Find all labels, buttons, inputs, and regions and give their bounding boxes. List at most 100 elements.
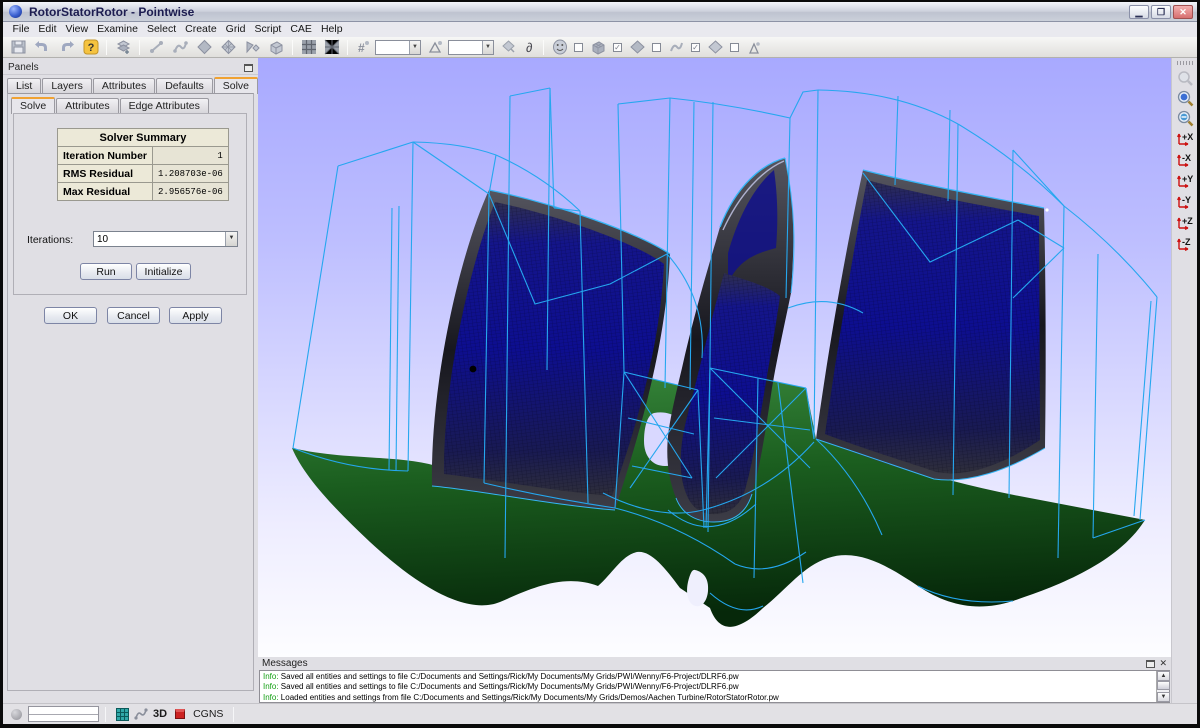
connector-tool-icon[interactable]: [148, 38, 165, 56]
help-icon[interactable]: ?: [83, 38, 99, 56]
minimize-button[interactable]: ▁: [1129, 5, 1149, 19]
cancel-button[interactable]: Cancel: [107, 307, 160, 324]
view-plus-z-button[interactable]: +Z: [1174, 212, 1196, 231]
redo-icon[interactable]: [58, 38, 76, 56]
menu-help[interactable]: Help: [316, 22, 347, 37]
cae-solver-label: CGNS: [193, 708, 223, 720]
points-filter-icon[interactable]: [746, 38, 762, 56]
spacing-combo-arrow[interactable]: ▼: [482, 41, 493, 54]
mask-faces-icon[interactable]: [552, 38, 568, 56]
svg-text:-Y: -Y: [1182, 195, 1191, 205]
extrude-tool-icon[interactable]: [244, 38, 261, 56]
grid-mode-icon[interactable]: [116, 708, 129, 721]
view-minus-x-button[interactable]: -X: [1174, 149, 1196, 168]
panels-float-icon[interactable]: [244, 64, 253, 72]
zoom-select-icon[interactable]: [1176, 109, 1194, 127]
view-plus-x-button[interactable]: +X: [1174, 128, 1196, 147]
points-filter-checkbox[interactable]: [730, 43, 739, 52]
tab-attributes[interactable]: Attributes: [93, 78, 155, 94]
tab-list[interactable]: List: [7, 78, 41, 94]
restore-button[interactable]: ❐: [1151, 5, 1171, 19]
tab-defaults[interactable]: Defaults: [156, 78, 213, 94]
menu-examine[interactable]: Examine: [93, 22, 143, 37]
subtab-attributes[interactable]: Attributes: [56, 98, 118, 114]
viewport-3d-scene: [258, 58, 1171, 657]
scroll-thumb[interactable]: [1157, 681, 1170, 690]
iterations-combo[interactable]: 10 ▼: [93, 231, 238, 247]
messages-header: Messages ✕: [258, 657, 1171, 670]
title-bar: RotorStatorRotor - Pointwise ▁ ❐ ✕: [3, 2, 1197, 22]
run-button[interactable]: Run: [80, 263, 132, 280]
partial-icon[interactable]: ∂: [524, 38, 536, 56]
menu-edit[interactable]: Edit: [34, 22, 61, 37]
iteration-number-value: 1: [153, 147, 229, 165]
link-icon[interactable]: [133, 707, 149, 721]
messages-close-icon[interactable]: ✕: [1159, 658, 1167, 669]
curve-tool-icon[interactable]: [172, 38, 189, 56]
menu-view[interactable]: View: [61, 22, 93, 37]
menu-grid[interactable]: Grid: [221, 22, 250, 37]
max-residual-label: Max Residual: [58, 183, 153, 201]
messages-float-icon[interactable]: [1146, 660, 1155, 668]
apply-button[interactable]: Apply: [169, 307, 222, 324]
subtab-solve[interactable]: Solve: [11, 97, 55, 114]
log-line: Info: Loaded entities and settings from …: [263, 693, 1169, 703]
max-residual-value: 2.956576e-06: [153, 183, 229, 201]
rms-residual-label: RMS Residual: [58, 165, 153, 183]
svg-text:-X: -X: [1182, 153, 1191, 163]
view-minus-z-button[interactable]: -Z: [1174, 233, 1196, 252]
project-icon[interactable]: [500, 38, 517, 56]
window-title: RotorStatorRotor - Pointwise: [29, 5, 194, 19]
domain-mesh-tool-icon[interactable]: [220, 38, 237, 56]
iterations-combo-arrow[interactable]: ▼: [225, 232, 237, 246]
ok-button[interactable]: OK: [44, 307, 97, 324]
svg-text:+X: +X: [1182, 132, 1193, 142]
domains-filter-icon[interactable]: [629, 38, 646, 56]
undo-icon[interactable]: [33, 38, 51, 56]
messages-dock: Messages ✕ Info: Saved all entities and …: [258, 657, 1171, 703]
zoom-fit-icon[interactable]: [1176, 89, 1194, 107]
messages-scrollbar[interactable]: ▲ ▼: [1156, 671, 1169, 702]
iterations-label: Iterations:: [27, 234, 73, 246]
view-plus-y-button[interactable]: +Y: [1174, 170, 1196, 189]
layers-icon[interactable]: [115, 38, 132, 56]
dimension-combo[interactable]: ▼: [375, 40, 421, 55]
unstructured-grid-icon[interactable]: [324, 38, 340, 56]
initialize-button[interactable]: Initialize: [136, 263, 191, 280]
dimension-combo-arrow[interactable]: ▼: [409, 41, 420, 54]
selected-point-marker: [470, 366, 477, 373]
spacing-combo[interactable]: ▼: [448, 40, 494, 55]
status-bar: 3D CGNS: [3, 703, 1197, 724]
structured-grid-icon[interactable]: [301, 38, 317, 56]
menu-create[interactable]: Create: [181, 22, 222, 37]
connectors-filter-checkbox[interactable]: [652, 43, 661, 52]
domain-tool-icon[interactable]: [196, 38, 213, 56]
messages-log: Info: Saved all entities and settings to…: [259, 670, 1170, 703]
zoom-disabled-icon[interactable]: [1176, 69, 1194, 87]
iteration-number-label: Iteration Number: [58, 147, 153, 165]
tab-layers[interactable]: Layers: [42, 78, 92, 94]
toolbar-drag-handle[interactable]: [1177, 61, 1193, 65]
scroll-up-arrow[interactable]: ▲: [1157, 671, 1170, 681]
panels-title: Panels: [8, 62, 39, 73]
connectors-filter-icon[interactable]: [668, 38, 685, 56]
spacings-filter-icon[interactable]: [707, 38, 724, 56]
svg-text:-Z: -Z: [1182, 237, 1191, 247]
block-tool-icon[interactable]: [268, 38, 285, 56]
mask-blocks-checkbox[interactable]: [574, 43, 583, 52]
scroll-down-arrow[interactable]: ▼: [1157, 692, 1170, 702]
save-icon[interactable]: [11, 38, 26, 56]
blocks-filter-icon[interactable]: [590, 38, 607, 56]
view-minus-y-button[interactable]: -Y: [1174, 191, 1196, 210]
spacings-filter-checkbox[interactable]: ✓: [691, 43, 700, 52]
viewport-3d[interactable]: [258, 58, 1171, 657]
subtab-edge-attributes[interactable]: Edge Attributes: [120, 98, 209, 114]
close-button[interactable]: ✕: [1173, 5, 1193, 19]
menu-select[interactable]: Select: [142, 22, 180, 37]
menu-file[interactable]: File: [8, 22, 34, 37]
menu-script[interactable]: Script: [250, 22, 286, 37]
domains-filter-checkbox[interactable]: ✓: [613, 43, 622, 52]
menu-cae[interactable]: CAE: [286, 22, 317, 37]
tab-solve[interactable]: Solve: [214, 77, 258, 94]
panels-header: Panels: [3, 61, 258, 75]
